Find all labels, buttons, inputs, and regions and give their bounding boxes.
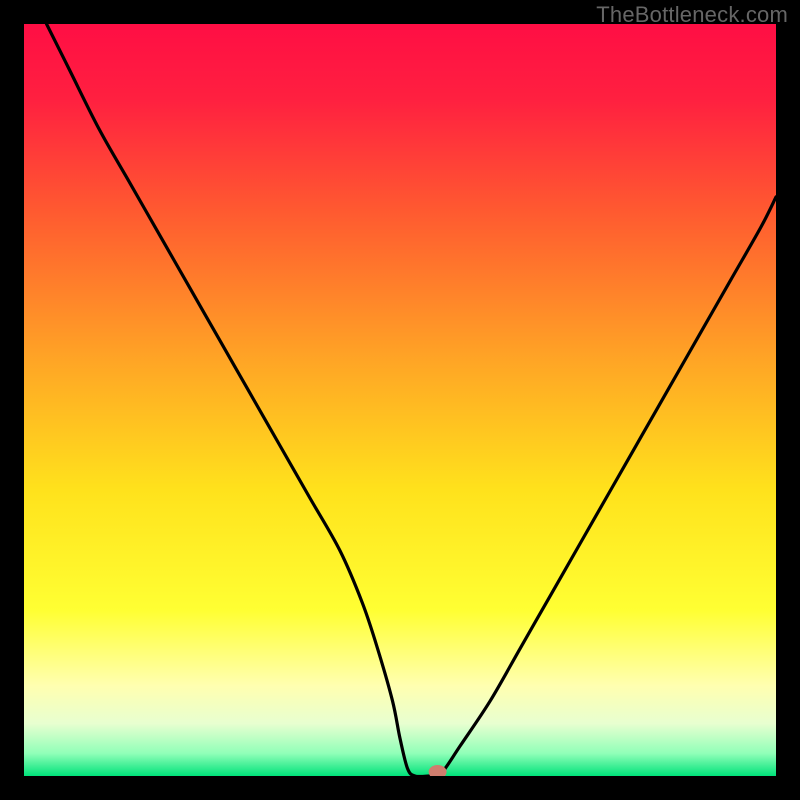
plot-area xyxy=(24,24,776,776)
chart-svg xyxy=(24,24,776,776)
watermark-text: TheBottleneck.com xyxy=(596,2,788,28)
chart-frame: TheBottleneck.com xyxy=(0,0,800,800)
